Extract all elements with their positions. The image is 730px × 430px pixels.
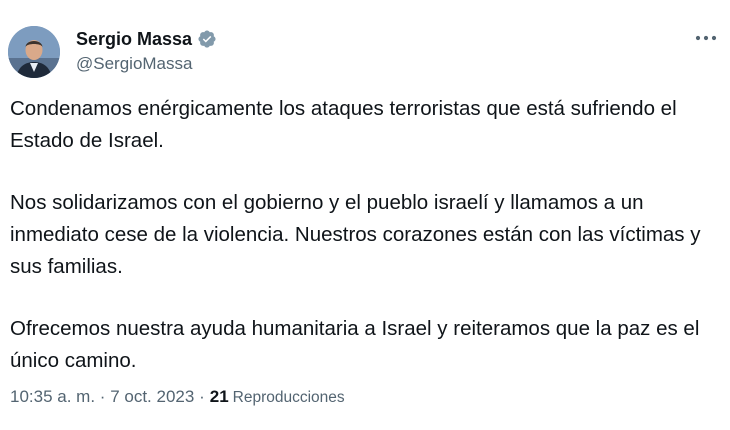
name-row: Sergio Massa: [76, 28, 217, 50]
meta-separator: ·: [199, 387, 205, 406]
avatar[interactable]: [8, 26, 60, 78]
display-name[interactable]: Sergio Massa: [76, 28, 192, 50]
more-options-button[interactable]: [690, 26, 722, 50]
more-options-icon: [695, 35, 717, 41]
tweet-timestamp[interactable]: 10:35 a. m. · 7 oct. 2023: [10, 385, 194, 409]
views-count: 21: [209, 387, 229, 406]
verified-badge-icon[interactable]: [197, 29, 217, 49]
tweet-date: 7 oct. 2023: [110, 387, 195, 406]
tweet-paragraph: Ofrecemos nuestra ayuda humanitaria a Is…: [10, 317, 700, 372]
tweet-meta: 10:35 a. m. · 7 oct. 2023 · 21 Reproducc…: [10, 385, 345, 410]
tweet-time: 10:35 a. m.: [10, 387, 96, 406]
tweet-text: Condenamos enérgicamente los ataques ter…: [10, 93, 725, 377]
avatar-photo: [8, 26, 60, 78]
author-block: Sergio Massa @SergioMassa: [76, 28, 217, 75]
tweet-paragraph: Condenamos enérgicamente los ataques ter…: [10, 97, 677, 152]
meta-separator: ·: [99, 387, 106, 406]
tweet-paragraph: Nos solidarizamos con el gobierno y el p…: [10, 191, 701, 278]
tweet-card: Sergio Massa @SergioMassa Condenamos ené…: [0, 0, 730, 430]
views-label: Reproducciones: [232, 389, 345, 406]
handle[interactable]: @SergioMassa: [76, 53, 217, 75]
